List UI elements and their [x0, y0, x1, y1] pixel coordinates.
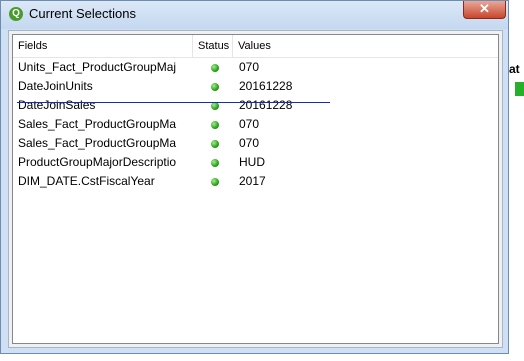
field-name: DIM_DATE.CstFiscalYear — [18, 174, 155, 188]
list-header: Fields Status Values — [13, 35, 498, 58]
selection-row[interactable]: DateJoinUnits 20161228 — [13, 77, 498, 96]
column-header-fields[interactable]: Fields — [13, 35, 193, 57]
status-green-dot-icon — [211, 77, 221, 96]
field-value: 20161228 — [239, 79, 293, 93]
field-value: HUD — [239, 155, 265, 169]
status-green-dot-icon — [211, 172, 221, 191]
field-name: Sales_Fact_ProductGroupMa — [18, 117, 177, 131]
status-green-dot-icon — [211, 58, 221, 77]
field-value: 070 — [239, 136, 260, 150]
field-name: ProductGroupMajorDescriptio — [18, 155, 177, 169]
field-name: DateJoinSales — [18, 98, 96, 112]
field-value: 2017 — [239, 174, 266, 188]
status-green-dot-icon — [211, 134, 221, 153]
background-window-text: at — [509, 62, 520, 76]
qlikview-app-icon: Q — [9, 7, 23, 21]
field-value: 20161228 — [239, 98, 293, 112]
field-name: DateJoinUnits — [18, 79, 93, 93]
current-selections-window: Q Current Selections ✕ Fields Status Val… — [0, 0, 509, 354]
selection-row[interactable]: DateJoinSales 20161228 — [13, 96, 498, 115]
column-header-values[interactable]: Values — [233, 35, 499, 57]
close-button[interactable]: ✕ — [463, 1, 506, 19]
status-green-dot-icon — [211, 153, 221, 172]
selection-row[interactable]: Sales_Fact_ProductGroupMa 070 — [13, 115, 498, 134]
status-green-dot-icon — [211, 96, 221, 115]
column-header-status[interactable]: Status — [193, 35, 233, 57]
window-title: Current Selections — [29, 6, 136, 21]
selection-row[interactable]: DIM_DATE.CstFiscalYear 2017 — [13, 172, 498, 191]
field-name: Units_Fact_ProductGroupMaj — [18, 60, 177, 74]
status-green-dot-icon — [211, 115, 221, 134]
selection-row[interactable]: ProductGroupMajorDescriptio HUD — [13, 153, 498, 172]
field-name: Sales_Fact_ProductGroupMa — [18, 136, 177, 150]
window-client-area: Fields Status Values Units_Fact_ProductG… — [8, 30, 503, 348]
selection-row[interactable]: Units_Fact_ProductGroupMaj 070 — [13, 58, 498, 77]
field-value: 070 — [239, 117, 260, 131]
field-value: 070 — [239, 60, 260, 74]
title-bar[interactable]: Q Current Selections ✕ — [1, 1, 508, 29]
background-green-bar — [515, 82, 524, 96]
annotation-line — [17, 102, 330, 103]
selections-list: Fields Status Values Units_Fact_ProductG… — [12, 34, 499, 344]
selection-row[interactable]: Sales_Fact_ProductGroupMa 070 — [13, 134, 498, 153]
